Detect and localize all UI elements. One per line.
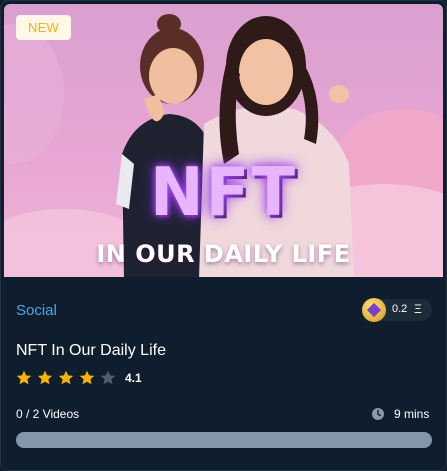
rating-value: 4.1 xyxy=(125,371,142,385)
star-rating xyxy=(16,370,121,386)
star-filled-icon xyxy=(37,370,53,385)
coin-icon xyxy=(362,298,386,322)
star-empty-icon xyxy=(100,370,116,385)
duration: 9 mins xyxy=(372,407,429,421)
duration-value: 9 mins xyxy=(394,407,430,421)
star-filled-icon xyxy=(58,370,74,385)
price-pill: 0.2 Ξ xyxy=(362,298,432,322)
category-label[interactable]: Social xyxy=(16,302,57,319)
course-title[interactable]: NFT In Our Daily Life xyxy=(16,342,166,360)
progress-bar xyxy=(16,432,432,448)
thumbnail-title: NFT xyxy=(150,154,297,232)
thumbnail-subtitle: IN OUR DAILY LIFE xyxy=(96,240,351,268)
rating: 4.1 xyxy=(16,370,142,386)
course-card[interactable]: NEW NFT IN OUR DAILY LIFE Social 0.2 Ξ N… xyxy=(0,0,447,471)
star-filled-icon xyxy=(79,370,95,385)
video-count: 0 / 2 Videos xyxy=(16,407,80,421)
thumbnail-artwork xyxy=(4,14,443,277)
course-thumbnail[interactable]: NEW NFT IN OUR DAILY LIFE xyxy=(4,4,443,277)
new-badge: NEW xyxy=(16,15,71,40)
clock-icon xyxy=(372,408,384,420)
currency-symbol: Ξ xyxy=(414,302,422,316)
star-filled-icon xyxy=(16,370,32,385)
price-value: 0.2 xyxy=(392,303,408,315)
